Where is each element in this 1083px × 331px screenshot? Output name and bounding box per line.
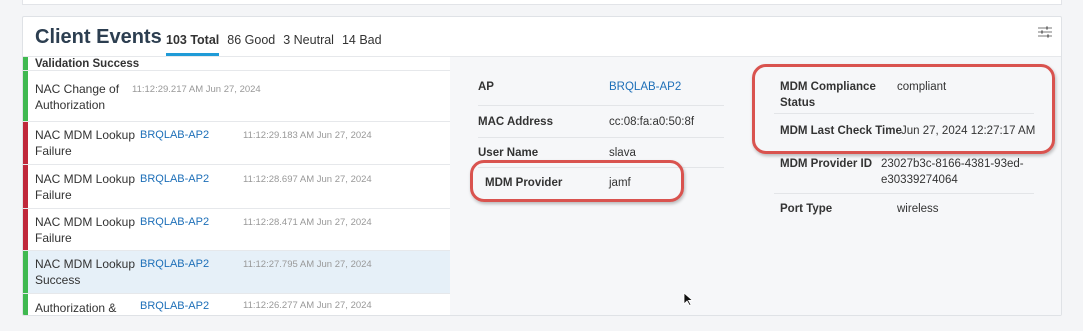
list-item[interactable]: NAC MDM Lookup Failure BRQLAB-AP2 11:12:… (23, 122, 450, 165)
event-time: 11:12:26.277 AM Jun 27, 2024 (243, 300, 372, 311)
event-ap-link[interactable]: BRQLAB-AP2 (140, 129, 209, 141)
mouse-pointer-icon (683, 292, 694, 306)
port-type-value: wireless (897, 203, 939, 215)
list-item[interactable]: NAC MDM Lookup Failure BRQLAB-AP2 11:12:… (23, 209, 450, 251)
mdm-compliance-highlight (752, 64, 1055, 154)
filter-sliders-icon[interactable] (1037, 25, 1053, 39)
event-time: 11:12:28.471 AM Jun 27, 2024 (243, 217, 372, 228)
event-ap-link[interactable]: BRQLAB-AP2 (140, 216, 209, 228)
tab-neutral[interactable]: 3 Neutral (283, 33, 334, 47)
event-counts: 103 Total 86 Good 3 Neutral 14 Bad (166, 33, 382, 56)
top-panel-edge (22, 0, 1062, 5)
card-header: Client Events 103 Total 86 Good 3 Neutra… (23, 17, 1061, 57)
event-time: 11:12:28.697 AM Jun 27, 2024 (243, 174, 372, 185)
event-name: NAC MDM Lookup Failure (35, 172, 136, 202)
event-detail-panel: AP BRQLAB-AP2 MAC Address cc:08:fa:a0:50… (450, 57, 1061, 315)
status-bar (23, 71, 28, 121)
event-time: 11:12:27.795 AM Jun 27, 2024 (243, 259, 372, 270)
mdm-provider-id-label: MDM Provider ID (780, 158, 873, 170)
status-bar (23, 165, 28, 208)
mdm-provider-id-value: 23027b3c-8166-4381-93ed-e30339274064 (881, 158, 1024, 186)
divider (478, 137, 724, 138)
port-type-label: Port Type (780, 203, 833, 215)
event-ap-link[interactable]: BRQLAB-AP2 (140, 300, 209, 312)
mac-address-label: MAC Address (478, 116, 553, 128)
event-name: Validation Success (35, 58, 140, 70)
tab-total[interactable]: 103 Total (166, 33, 220, 56)
list-item[interactable]: NAC MDM Lookup Failure BRQLAB-AP2 11:12:… (23, 165, 450, 209)
status-bar (23, 294, 28, 315)
event-list: Validation Success NAC Change of Authori… (23, 57, 450, 315)
user-name-label: User Name (478, 147, 539, 159)
divider (774, 193, 1034, 194)
event-time: 11:12:29.183 AM Jun 27, 2024 (243, 130, 372, 141)
mac-address-value: cc:08:fa:a0:50:8f (609, 116, 695, 128)
user-name-value: slava (609, 147, 636, 159)
tab-bad[interactable]: 14 Bad (342, 33, 382, 47)
list-item[interactable]: Validation Success (23, 57, 450, 71)
event-ap-link[interactable]: BRQLAB-AP2 (140, 258, 209, 270)
list-item[interactable]: NAC Change of Authorization 11:12:29.217… (23, 71, 450, 122)
status-bar (23, 122, 28, 164)
ap-value-link[interactable]: BRQLAB-AP2 (609, 79, 681, 95)
card-title: Client Events (35, 26, 162, 48)
event-name: NAC MDM Lookup Success (35, 257, 136, 287)
event-ap-link[interactable]: BRQLAB-AP2 (140, 173, 209, 185)
status-bar (23, 209, 28, 250)
client-events-card: Client Events 103 Total 86 Good 3 Neutra… (22, 16, 1062, 316)
event-name: NAC MDM Lookup Failure (35, 215, 136, 245)
mdm-provider-highlight (470, 160, 684, 202)
list-item[interactable]: Authorization & BRQLAB-AP2 11:12:26.277 … (23, 294, 450, 315)
event-time: 11:12:29.217 AM Jun 27, 2024 (132, 84, 261, 95)
status-bar (23, 251, 28, 293)
status-bar (23, 57, 28, 70)
divider (478, 105, 724, 106)
ap-label: AP (478, 81, 494, 93)
event-name: NAC MDM Lookup Failure (35, 128, 136, 158)
list-item[interactable]: NAC MDM Lookup Success BRQLAB-AP2 11:12:… (23, 251, 450, 294)
event-name: NAC Change of Authorization (35, 82, 120, 112)
tab-good[interactable]: 86 Good (227, 33, 275, 47)
